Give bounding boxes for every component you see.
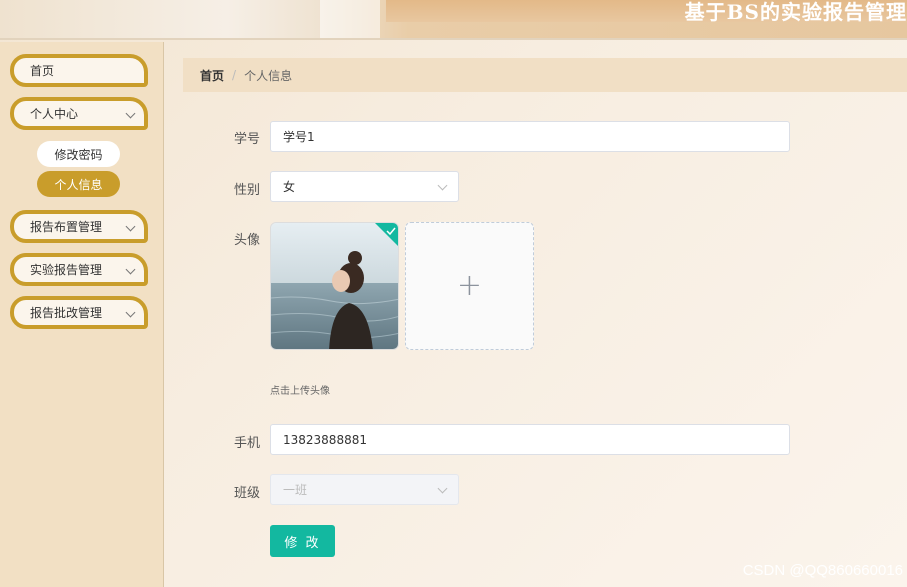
phone-input[interactable]: 13823888881 xyxy=(270,424,790,455)
chevron-down-icon xyxy=(437,180,448,191)
sidebar-subitem-label: 修改密码 xyxy=(54,147,103,162)
chevron-down-icon xyxy=(125,264,136,275)
class-value: 一班 xyxy=(283,483,308,497)
header-decoration xyxy=(320,0,380,38)
top-header: 基于BS的实验报告管理 xyxy=(0,0,907,40)
breadcrumb-current: 个人信息 xyxy=(244,68,293,83)
chevron-down-icon xyxy=(437,483,448,494)
class-select: 一班 xyxy=(270,474,459,505)
avatar-photo xyxy=(271,223,398,349)
breadcrumb-separator: / xyxy=(232,68,237,82)
site-title: 基于BS的实验报告管理 xyxy=(684,0,907,24)
sidebar-item-personal-center[interactable]: 个人中心 xyxy=(10,97,148,130)
plus-icon: + xyxy=(456,268,483,303)
chevron-down-icon xyxy=(125,221,136,232)
sidebar-item-label: 个人中心 xyxy=(30,107,79,121)
class-label: 班级 xyxy=(233,486,260,501)
sidebar-subitem-personal-info[interactable]: 个人信息 xyxy=(37,171,120,197)
sidebar-item-lab-report[interactable]: 实验报告管理 xyxy=(10,253,148,286)
student-id-input[interactable]: 学号1 xyxy=(270,121,790,152)
sidebar-item-label: 实验报告管理 xyxy=(30,263,103,277)
sidebar-item-report-assignment[interactable]: 报告布置管理 xyxy=(10,210,148,243)
sidebar-item-report-grading[interactable]: 报告批改管理 xyxy=(10,296,148,329)
chevron-down-icon xyxy=(125,307,136,318)
gender-label: 性别 xyxy=(233,183,260,198)
phone-value: 13823888881 xyxy=(283,432,367,447)
sidebar-item-label: 首页 xyxy=(30,64,55,78)
gender-select[interactable]: 女 xyxy=(270,171,459,202)
avatar-upload-button[interactable]: + xyxy=(405,222,534,350)
sidebar-subitem-change-password[interactable]: 修改密码 xyxy=(37,141,120,167)
student-id-label: 学号 xyxy=(233,132,260,147)
sidebar-item-label: 报告批改管理 xyxy=(30,306,103,320)
sidebar-item-home[interactable]: 首页 xyxy=(10,54,148,87)
submit-button[interactable]: 修 改 xyxy=(270,525,335,557)
student-id-value: 学号1 xyxy=(283,130,315,144)
sidebar: 首页 个人中心 修改密码 个人信息 报告布置管理 实验报告管理 报告批改管理 xyxy=(0,42,164,587)
avatar-label: 头像 xyxy=(233,233,260,248)
gender-value: 女 xyxy=(283,180,296,194)
sidebar-item-label: 报告布置管理 xyxy=(30,220,103,234)
chevron-down-icon xyxy=(125,108,136,119)
watermark: CSDN @QQ860660016 xyxy=(742,562,903,579)
avatar-image[interactable] xyxy=(270,222,399,350)
breadcrumb: 首页 / 个人信息 xyxy=(183,58,907,92)
sidebar-subitem-label: 个人信息 xyxy=(54,177,103,192)
phone-label: 手机 xyxy=(233,436,260,451)
breadcrumb-home[interactable]: 首页 xyxy=(200,67,224,84)
avatar-upload-tip: 点击上传头像 xyxy=(270,386,330,397)
